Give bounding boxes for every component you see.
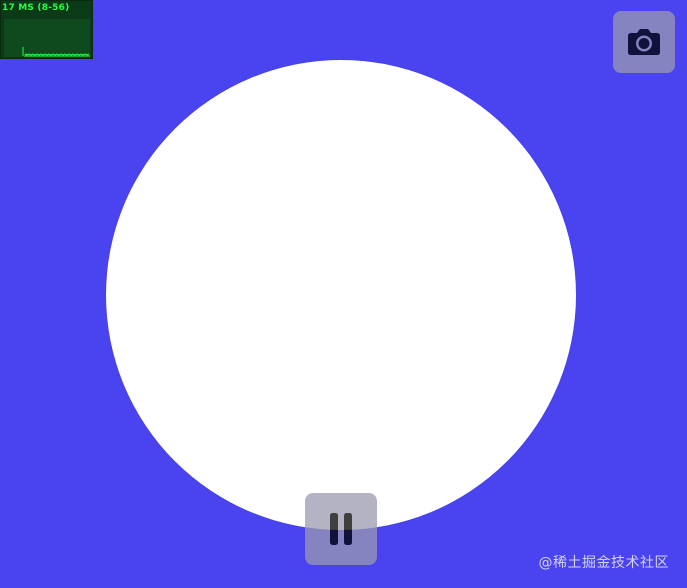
camera-icon: [628, 29, 660, 55]
pause-bar-left: [330, 513, 338, 545]
pause-bar-right: [344, 513, 352, 545]
screenshot-button[interactable]: [613, 11, 675, 73]
canvas-stage: 17 MS (8-56) @稀土掘金技术社区: [0, 0, 687, 588]
stats-graph-background: [4, 19, 90, 57]
pause-button[interactable]: [305, 493, 377, 565]
white-circle: [106, 60, 576, 530]
pause-icon: [330, 513, 352, 545]
watermark: @稀土掘金技术社区: [538, 555, 669, 571]
stats-graph: [4, 19, 90, 57]
stats-label: 17 MS (8-56): [2, 3, 70, 13]
stats-panel: 17 MS (8-56): [0, 0, 93, 59]
camera-flash: [631, 30, 635, 33]
camera-lens: [638, 38, 650, 49]
